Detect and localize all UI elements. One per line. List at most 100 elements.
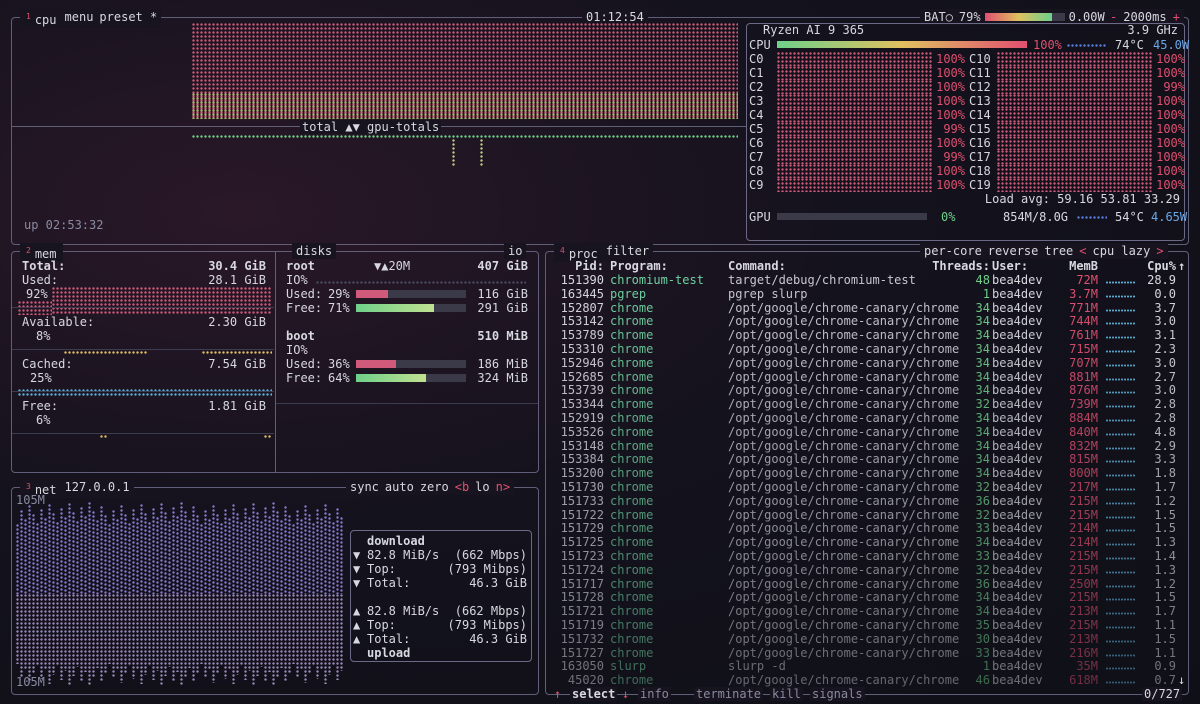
core-name: C13 <box>969 94 991 108</box>
zero-toggle[interactable]: zero <box>418 479 451 495</box>
per-core-toggle[interactable]: per-core <box>922 243 984 259</box>
cell-mem: 715M <box>1069 342 1098 356</box>
table-row[interactable]: 153148 chrome/opt/google/chrome-canary/ch… <box>546 439 1186 453</box>
core-c4: C4 100% <box>749 108 965 122</box>
col-cpu[interactable]: Cpu% <box>1138 259 1176 273</box>
disks-title[interactable]: disks <box>292 243 337 259</box>
table-row[interactable]: 151727 chrome/opt/google/chrome-canary/ch… <box>546 646 1186 660</box>
table-row[interactable]: 152919 chrome/opt/google/chrome-canary/ch… <box>546 411 1186 425</box>
table-row[interactable]: 153344 chrome/opt/google/chrome-canary/ch… <box>546 397 1186 411</box>
table-row[interactable]: 151719 chrome/opt/google/chrome-canary/ch… <box>546 618 1186 632</box>
preset-button[interactable]: preset * <box>97 9 159 28</box>
table-row[interactable]: 151730 chrome/opt/google/chrome-canary/ch… <box>546 480 1186 494</box>
mem-cached-label: Cached: <box>22 357 73 371</box>
table-row[interactable]: 153310 chrome/opt/google/chrome-canary/ch… <box>546 342 1186 356</box>
mem-total-value: 30.4 GiB <box>208 259 266 273</box>
menu-button[interactable]: menu <box>63 9 96 28</box>
terminate-button[interactable]: terminate <box>694 687 764 701</box>
col-program[interactable]: Program: <box>610 259 668 273</box>
cell-pid: 153739 <box>560 383 604 398</box>
table-row[interactable]: 151717 chrome/opt/google/chrome-canary/ch… <box>546 577 1186 591</box>
cpu-sparkline <box>1106 336 1136 340</box>
table-row[interactable]: 45020 chrome/opt/google/chrome-canary/chr… <box>546 673 1186 687</box>
mem-used-label: Used: <box>22 273 59 287</box>
cpu-sparkline <box>1106 598 1136 602</box>
select-button[interactable]: select <box>570 687 618 701</box>
mem-free-value: 1.81 GiB <box>208 399 266 413</box>
cell-program: chrome <box>610 507 654 522</box>
cell-user: bea4dev <box>992 535 1043 550</box>
auto-toggle[interactable]: auto <box>383 479 416 495</box>
mem-panel: 2 mem disks io Total: 30.4 GiB Used: 28.1… <box>11 243 539 473</box>
sort-prev-button[interactable]: < <box>1077 243 1088 259</box>
prev-interface-button[interactable]: <b <box>453 479 471 495</box>
table-row[interactable]: 153384 chrome/opt/google/chrome-canary/ch… <box>546 452 1186 466</box>
cell-pid: 151732 <box>560 631 604 646</box>
col-threads[interactable]: Threads: <box>926 259 990 273</box>
io-toggle[interactable]: io <box>504 243 527 259</box>
table-row[interactable]: 153739 chrome/opt/google/chrome-canary/ch… <box>546 383 1186 397</box>
core-name: C5 <box>749 122 764 136</box>
cell-command: /opt/google/chrome-canary/chrome <box>728 369 960 384</box>
table-row[interactable]: 163445 pgrep pgrep slurp 1 bea4dev 3.7M 0.0 <box>546 287 1186 301</box>
sync-toggle[interactable]: sync <box>348 479 381 495</box>
table-row[interactable]: 163050 slurp slurp -d 1 bea4dev 35M 0.9 <box>546 659 1186 673</box>
core-c11: C11 100% <box>969 66 1185 80</box>
cell-mem: 215M <box>1069 590 1098 605</box>
cell-cpu: 3.0 <box>1154 314 1176 329</box>
core-pct: 100% <box>936 52 965 66</box>
cell-program: chrome <box>610 300 654 315</box>
disk-boot-used-value: 186 MiB <box>477 357 528 371</box>
sort-next-button[interactable]: > <box>1154 243 1165 259</box>
cell-threads: 34 <box>975 383 990 398</box>
tree-toggle[interactable]: tree <box>1042 243 1075 259</box>
cell-user: bea4dev <box>992 618 1043 632</box>
table-row[interactable]: 151733 chrome/opt/google/chrome-canary/ch… <box>546 494 1186 508</box>
kill-button[interactable]: kill <box>770 687 803 701</box>
table-row[interactable]: 151725 chrome/opt/google/chrome-canary/ch… <box>546 535 1186 549</box>
graph-legend: total ▲▼ gpu-totals <box>300 120 442 134</box>
scroll-down-icon[interactable]: ↓ <box>1178 673 1185 687</box>
core-pct: 100% <box>936 66 965 80</box>
cell-command: /opt/google/chrome-canary/chrome <box>728 673 960 688</box>
table-row[interactable]: 152946 chrome/opt/google/chrome-canary/ch… <box>546 356 1186 370</box>
next-interface-button[interactable]: n> <box>494 479 512 495</box>
table-row[interactable]: 153526 chrome/opt/google/chrome-canary/ch… <box>546 425 1186 439</box>
table-row[interactable]: 151729 chrome/opt/google/chrome-canary/ch… <box>546 521 1186 535</box>
table-row[interactable]: 151728 chrome/opt/google/chrome-canary/ch… <box>546 590 1186 604</box>
cell-mem: 761M <box>1069 328 1098 343</box>
table-row[interactable]: 151724 chrome/opt/google/chrome-canary/ch… <box>546 563 1186 577</box>
core-pct: 100% <box>1156 94 1185 108</box>
cell-user: bea4dev <box>992 342 1043 356</box>
info-button[interactable]: info <box>638 687 671 701</box>
col-command[interactable]: Command: <box>728 259 786 273</box>
table-row[interactable]: 153200 chrome/opt/google/chrome-canary/ch… <box>546 466 1186 480</box>
cell-pid: 153200 <box>560 466 604 481</box>
table-row[interactable]: 151390 chromium-test target/debug/chromium… <box>546 273 1186 287</box>
core-c7: C7 99% <box>749 150 965 164</box>
col-user[interactable]: User: <box>992 259 1028 273</box>
reverse-toggle[interactable]: reverse <box>986 243 1041 259</box>
cell-pid: 151729 <box>560 521 604 536</box>
table-row[interactable]: 151722 chrome/opt/google/chrome-canary/ch… <box>546 508 1186 522</box>
col-mem[interactable]: MemB <box>1052 259 1098 273</box>
table-row[interactable]: 152685 chrome/opt/google/chrome-canary/ch… <box>546 370 1186 384</box>
cell-mem: 215M <box>1069 493 1098 508</box>
core-pct: 99% <box>943 122 965 136</box>
signals-button[interactable]: signals <box>810 687 865 701</box>
table-row[interactable]: 151723 chrome/opt/google/chrome-canary/ch… <box>546 549 1186 563</box>
scroll-up-icon[interactable]: ↑ <box>1178 259 1185 273</box>
table-row[interactable]: 151732 chrome/opt/google/chrome-canary/ch… <box>546 632 1186 646</box>
table-row[interactable]: 151721 chrome/opt/google/chrome-canary/ch… <box>546 604 1186 618</box>
net-traffic-graph <box>16 502 346 686</box>
table-row[interactable]: 153142 chrome/opt/google/chrome-canary/ch… <box>546 314 1186 328</box>
table-row[interactable]: 152807 chrome/opt/google/chrome-canary/ch… <box>546 301 1186 315</box>
col-pid[interactable]: Pid: <box>554 259 604 273</box>
cell-user: bea4dev <box>992 673 1043 688</box>
disk-root-used-label: Used: <box>286 287 323 301</box>
cpu-tab[interactable]: 1 cpu <box>22 9 61 28</box>
table-row[interactable]: 153789 chrome/opt/google/chrome-canary/ch… <box>546 328 1186 342</box>
battery-meter-fill <box>984 13 1052 21</box>
cell-mem: 214M <box>1069 521 1098 536</box>
cpu-sparkline <box>1106 377 1136 381</box>
